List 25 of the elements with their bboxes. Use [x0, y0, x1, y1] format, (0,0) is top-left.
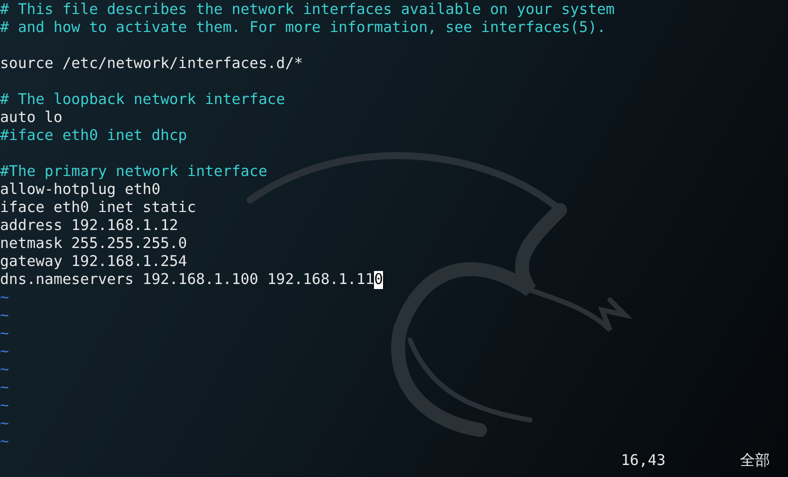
empty-line-marker: ~	[0, 361, 9, 379]
empty-line-marker: ~	[0, 433, 9, 451]
empty-line-marker: ~	[0, 379, 9, 397]
scroll-position: 全部	[740, 452, 771, 470]
empty-line-marker: ~	[0, 307, 9, 325]
empty-line-marker: ~	[0, 289, 9, 307]
comment-line: # The loopback network interface	[0, 91, 286, 109]
empty-line-marker: ~	[0, 397, 9, 415]
code-line: dns.nameservers 192.168.1.100 192.168.1.11	[0, 271, 374, 289]
code-line: netmask 255.255.255.0	[0, 235, 188, 253]
code-line: source /etc/network/interfaces.d/*	[0, 55, 303, 73]
code-line: address 192.168.1.12	[0, 217, 178, 235]
code-line: allow-hotplug eth0	[0, 181, 160, 199]
code-line: iface eth0 inet static	[0, 199, 196, 217]
empty-line-marker: ~	[0, 325, 9, 343]
empty-line-marker: ~	[0, 343, 9, 361]
cursor-position: 16,43	[621, 452, 667, 470]
code-line: gateway 192.168.1.254	[0, 253, 188, 271]
comment-line: # This file describes the network interfaces available on your system	[0, 1, 615, 19]
empty-line-marker: ~	[0, 415, 9, 433]
comment-line: #iface eth0 inet dhcp	[0, 127, 188, 145]
comment-line: # and how to activate them. For more information, see interfaces(5).	[0, 19, 606, 37]
code-line: auto lo	[0, 109, 62, 127]
text-cursor: 0	[374, 271, 384, 289]
comment-line: #The primary network interface	[0, 163, 268, 181]
